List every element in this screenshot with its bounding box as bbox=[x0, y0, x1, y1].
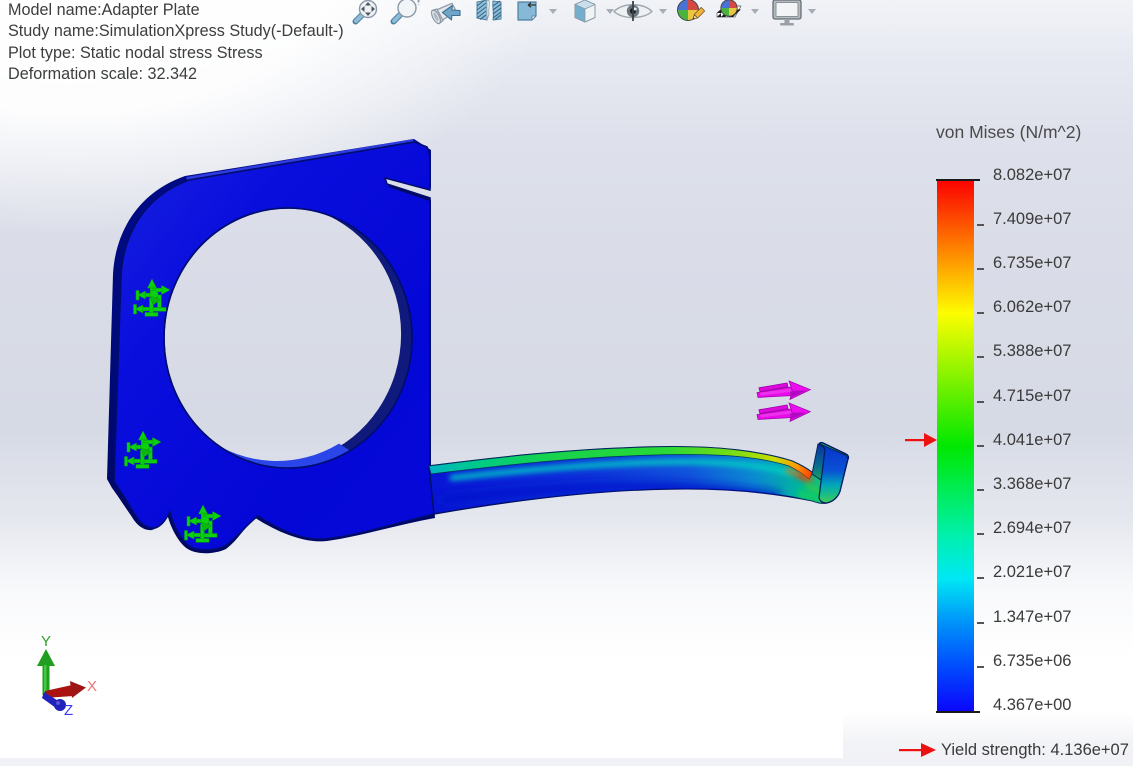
svg-text:Y: Y bbox=[41, 633, 51, 650]
svg-text:X: X bbox=[87, 678, 97, 695]
svg-text:Z: Z bbox=[64, 702, 73, 719]
